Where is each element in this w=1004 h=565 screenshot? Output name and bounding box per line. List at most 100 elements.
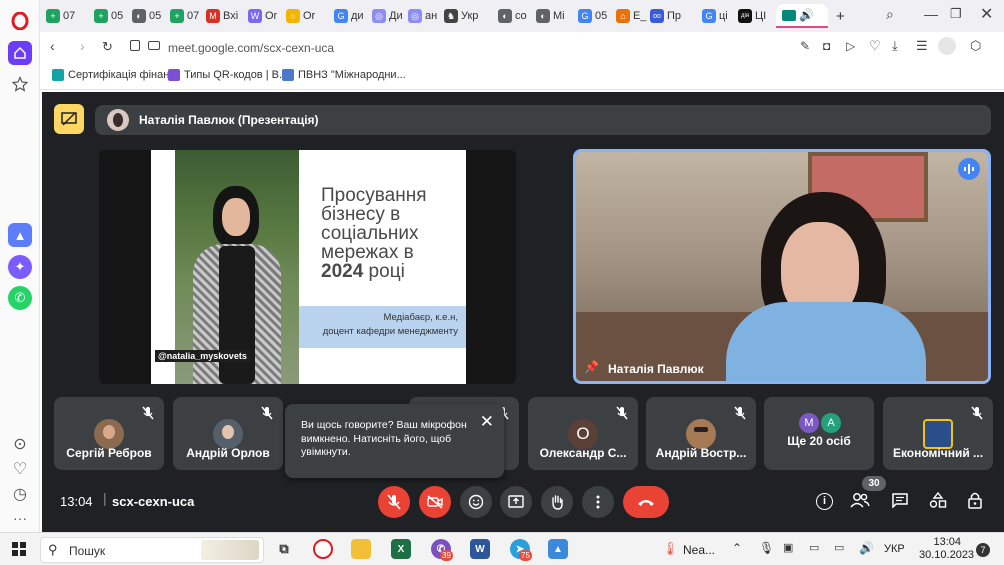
extensions-icon[interactable]: ⬡ — [970, 38, 981, 54]
tray-network-icon[interactable]: ▭ — [834, 541, 844, 554]
tray-overflow-icon[interactable]: ⌃ — [732, 541, 742, 555]
bookmark-item[interactable]: ПВНЗ "Міжнародни... — [282, 69, 406, 81]
slide-title-line: Просування — [321, 185, 427, 206]
tab[interactable]: ○ Or — [286, 6, 322, 26]
maximize-button[interactable]: ❐ — [950, 6, 962, 22]
search-tabs-icon[interactable]: ⌕ — [886, 6, 894, 23]
close-tooltip-button[interactable]: ✕ — [480, 412, 494, 432]
close-window-button[interactable]: ✕ — [980, 4, 993, 24]
profile-icon[interactable] — [938, 37, 956, 55]
address-bar-row: ‹ › ↻ ✎ ◘ ▷ ♡ ⤓ ☰ ⬡ — [40, 32, 1004, 64]
clock[interactable]: 13:04 30.10.2023 — [919, 536, 974, 562]
tab[interactable]: +05 — [94, 6, 132, 26]
participant-tile[interactable]: О Олександр С... — [528, 397, 638, 470]
tab[interactable]: ⌂ E_ — [616, 6, 650, 26]
more-options-button[interactable] — [582, 486, 614, 518]
tab[interactable]: ◎ Ди — [372, 6, 406, 26]
tab[interactable]: Gці — [702, 6, 738, 26]
meeting-divider: | — [103, 490, 107, 506]
tooltip-text: Ви щось говорите? Ваш мікрофон вимкнено.… — [301, 419, 467, 458]
mic-toggle-button[interactable] — [378, 486, 410, 518]
meet-icon — [782, 9, 796, 21]
star-icon[interactable] — [8, 72, 32, 96]
tab-active-meet[interactable]: 🔊 — [776, 4, 828, 28]
speaker-tile[interactable]: 📌 Наталія Павлюк — [573, 149, 991, 384]
opera-taskbar-icon[interactable] — [313, 539, 333, 559]
raise-hand-button[interactable] — [541, 486, 573, 518]
aria-icon[interactable]: ▲ — [8, 223, 32, 247]
camera-site-icon[interactable] — [148, 41, 160, 50]
language-indicator[interactable]: УКР — [884, 543, 905, 555]
excel-icon[interactable]: X — [391, 539, 411, 559]
send-icon[interactable]: ▷ — [846, 39, 855, 53]
forward-button[interactable]: › — [80, 38, 85, 54]
tab[interactable]: +07 — [170, 6, 206, 26]
tab-favicon-icon: W — [248, 9, 262, 23]
tab[interactable]: ◎ ан — [408, 6, 442, 26]
participant-tile[interactable]: Сергій Ребров — [54, 397, 164, 470]
activities-button[interactable] — [929, 491, 947, 514]
tab[interactable]: дія ЦІ — [738, 6, 776, 26]
tab[interactable]: oo Пр — [650, 6, 690, 26]
windows-start-icon[interactable] — [12, 542, 26, 556]
tray-camera-icon[interactable]: ▣ — [783, 541, 793, 554]
bookmark-item[interactable]: Сертифікація фінан... — [52, 69, 178, 81]
tab[interactable]: ♞ Укр — [444, 6, 488, 26]
messenger-icon[interactable]: ✦ — [8, 255, 32, 279]
tab[interactable]: W Or — [248, 6, 284, 26]
present-screen-button[interactable] — [500, 486, 532, 518]
pin-icon[interactable]: 📌 — [584, 360, 599, 374]
tab[interactable]: ◐ co — [498, 6, 534, 26]
taskbar-search-box[interactable]: ⚲ Пошук — [40, 537, 264, 563]
bookmark-item[interactable]: Типы QR-кодов | В... — [168, 69, 288, 81]
word-icon[interactable]: W — [470, 539, 490, 559]
player-icon[interactable]: ⊙ — [8, 432, 32, 456]
reactions-button[interactable] — [460, 486, 492, 518]
url-input[interactable] — [168, 39, 708, 57]
home-icon[interactable] — [8, 41, 32, 65]
tab[interactable]: +07 — [46, 6, 92, 26]
tab[interactable]: G 05 — [578, 6, 614, 26]
photos-icon[interactable]: ▲ — [548, 539, 568, 559]
tab[interactable]: ◐ Мі — [536, 6, 574, 26]
back-button[interactable]: ‹ — [50, 38, 55, 54]
download-icon[interactable]: ⤓ — [892, 38, 898, 54]
opera-logo-icon[interactable] — [8, 9, 32, 33]
people-button[interactable] — [850, 492, 870, 513]
presenter-bar[interactable]: Наталія Павлюк (Презентація) — [95, 105, 991, 135]
notifications-badge[interactable]: 7 — [976, 543, 990, 557]
tray-volume-icon[interactable]: 🔊 — [859, 541, 874, 555]
whatsapp-icon[interactable]: ✆ — [8, 286, 32, 310]
bookmark-heart-icon[interactable]: ♡ — [869, 38, 881, 54]
meeting-details-button[interactable]: i — [816, 493, 833, 510]
tab[interactable]: M Вхі — [206, 6, 246, 26]
leave-call-button[interactable] — [623, 486, 669, 518]
task-view-icon[interactable]: ⧉ — [274, 539, 294, 559]
snapshot-icon[interactable]: ◘ — [823, 39, 830, 53]
history-icon[interactable]: ◷ — [8, 482, 32, 506]
tab[interactable]: ◐ 05 — [132, 6, 170, 26]
camera-toggle-button[interactable] — [419, 486, 451, 518]
presentation-toggle-icon[interactable] — [54, 104, 84, 134]
participant-tile[interactable]: Андрій Востр... — [646, 397, 756, 470]
edit-icon[interactable]: ✎ — [800, 39, 810, 53]
new-tab-button[interactable]: + — [836, 8, 845, 25]
file-explorer-icon[interactable] — [351, 539, 371, 559]
participant-tile[interactable]: Економічний ... — [883, 397, 993, 470]
tray-mic-icon[interactable]: 🎙 — [759, 541, 774, 555]
presentation-tile[interactable]: @natalia_myskovets Просування бізнесу в … — [99, 150, 516, 384]
reload-button[interactable]: ↻ — [102, 39, 113, 55]
chat-button[interactable] — [891, 492, 909, 513]
weather-text[interactable]: Nea... — [683, 543, 715, 557]
more-icon[interactable]: ··· — [8, 506, 32, 530]
host-controls-button[interactable] — [967, 491, 983, 514]
tab-favicon-icon: ◐ — [132, 9, 146, 23]
more-participants-tile[interactable]: М А Ще 20 осіб — [764, 397, 874, 470]
tray-display-icon[interactable]: ▭ — [809, 541, 819, 554]
avatar — [94, 419, 124, 449]
minimize-button[interactable]: — — [924, 6, 938, 22]
heart-icon[interactable]: ♡ — [8, 457, 32, 481]
easy-setup-icon[interactable]: ☰ — [916, 38, 928, 54]
participant-tile[interactable]: Андрій Орлов — [173, 397, 283, 470]
tab[interactable]: Gди — [334, 6, 370, 26]
